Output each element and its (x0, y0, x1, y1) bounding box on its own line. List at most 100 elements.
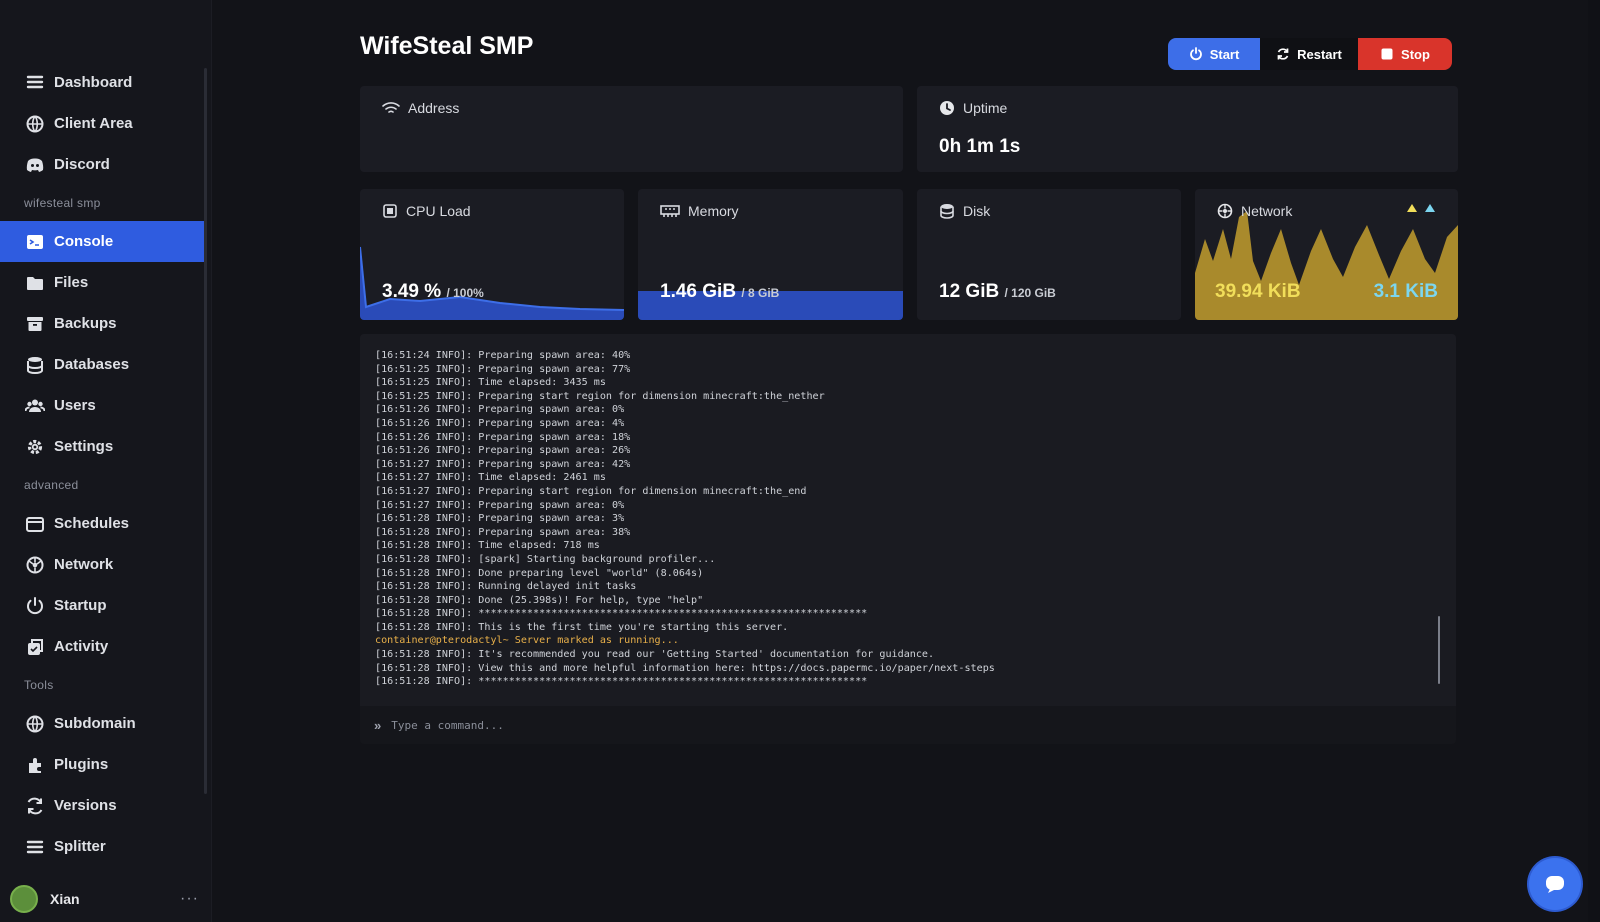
sidebar-item-label: Databases (54, 356, 130, 373)
network-icon (1217, 203, 1233, 219)
address-card: Address (360, 86, 903, 172)
download-icon (1425, 204, 1435, 212)
sidebar-item-label: Settings (54, 438, 114, 455)
console-line: [16:51:26 INFO]: Preparing spawn area: 1… (375, 431, 631, 443)
console-line: [16:51:28 INFO]: View this and more help… (375, 662, 995, 674)
console-line: [16:51:28 INFO]: ***********************… (375, 676, 868, 688)
more-options-icon[interactable]: ··· (180, 890, 205, 908)
gear-icon (24, 436, 46, 458)
sidebar-item-schedules[interactable]: Schedules (0, 503, 204, 544)
cpu-value: 3.49 % (382, 281, 442, 302)
uptime-label: Uptime (963, 100, 1008, 116)
sidebar-item-label: Startup (54, 597, 107, 614)
globe-icon (24, 713, 46, 735)
sidebar-item-discord[interactable]: Discord (0, 144, 204, 185)
dashboard-icon (24, 72, 46, 94)
console-line: [16:51:24 INFO]: Preparing spawn area: 4… (375, 350, 631, 361)
globe-icon (24, 113, 46, 135)
sidebar-item-startup[interactable]: Startup (0, 585, 204, 626)
sidebar-item-databases[interactable]: Databases (0, 344, 204, 385)
stop-button[interactable]: Stop (1358, 38, 1452, 70)
uptime-card: Uptime 0h 1m 1s (917, 86, 1458, 172)
sidebar-item-backups[interactable]: Backups (0, 303, 204, 344)
section-heading-tools: Tools (24, 678, 54, 692)
console-line: [16:51:28 INFO]: [spark] Starting backgr… (375, 553, 716, 565)
cpu-label: CPU Load (406, 203, 471, 219)
network-up-value: 39.94 KiB (1215, 281, 1301, 302)
users-icon (24, 395, 46, 417)
refresh-icon (24, 795, 46, 817)
sidebar-item-network[interactable]: Network (0, 544, 204, 585)
chat-icon (1546, 876, 1564, 893)
sidebar-nav: Dashboard Client Area Discord wifesteal smp… (0, 62, 204, 867)
sidebar-scrollbar[interactable] (204, 68, 207, 794)
console-lines: [16:51:24 INFO]: Preparing spawn area: 4… (375, 349, 1441, 689)
restart-icon (1277, 48, 1289, 60)
start-label: Start (1209, 46, 1240, 62)
sidebar-item-label: Plugins (54, 756, 109, 773)
console-line: [16:51:28 INFO]: Preparing spawn area: 3… (375, 513, 625, 525)
sidebar-item-subdomain[interactable]: Subdomain (0, 703, 204, 744)
sidebar-item-label: Activity (54, 638, 109, 655)
calendar-icon (24, 513, 46, 535)
sidebar-item-versions[interactable]: Versions (0, 785, 204, 826)
stop-label: Stop (1401, 46, 1430, 62)
console-line: [16:51:28 INFO]: Done (25.398s)! For hel… (375, 594, 704, 606)
folder-icon (24, 272, 46, 294)
sidebar-item-settings[interactable]: Settings (0, 426, 204, 467)
console-line: [16:51:27 INFO]: Preparing start region … (375, 485, 807, 497)
memory-label: Memory (688, 203, 739, 219)
database-icon (940, 204, 954, 219)
stop-icon (1381, 48, 1393, 60)
network-card: Network 39.94 KiB 3.1 KiB (1195, 189, 1458, 320)
page-scrollbar[interactable] (1588, 0, 1600, 922)
sidebar-item-splitter[interactable]: Splitter (0, 826, 204, 867)
user-menu[interactable]: Xian ··· (10, 884, 205, 914)
sidebar-item-label: Network (54, 556, 114, 573)
cpu-card: CPU Load 3.49 % / 100% (360, 189, 624, 320)
power-controls: Start Restart Stop (1168, 38, 1452, 70)
console-line: [16:51:28 INFO]: Time elapsed: 718 ms (375, 540, 600, 552)
upload-icon (1407, 204, 1417, 212)
sidebar-item-label: Console (54, 233, 114, 250)
sidebar-item-dashboard[interactable]: Dashboard (0, 62, 204, 103)
console-line: [16:51:28 INFO]: Running delayed init ta… (375, 581, 637, 593)
chat-button[interactable] (1529, 858, 1581, 910)
console-line: [16:51:25 INFO]: Preparing spawn area: 7… (375, 363, 631, 375)
chevron-right-icon: » (374, 717, 382, 733)
network-label: Network (1241, 203, 1293, 219)
power-icon (1189, 47, 1202, 61)
sidebar-item-console[interactable]: Console (0, 221, 204, 262)
sidebar-item-label: Users (54, 397, 96, 414)
split-icon (24, 836, 46, 858)
puzzle-icon (24, 754, 46, 776)
console-line: [16:51:28 INFO]: Preparing spawn area: 3… (375, 526, 631, 538)
sidebar-item-users[interactable]: Users (0, 385, 204, 426)
database-icon (24, 354, 46, 376)
power-icon (24, 595, 46, 617)
console-line: [16:51:28 INFO]: Done preparing level "w… (375, 567, 704, 579)
page-title: WifeSteal SMP (360, 32, 534, 60)
disk-value: 12 GiB (939, 281, 1000, 302)
restart-label: Restart (1297, 46, 1342, 62)
network-icon (24, 554, 46, 576)
section-heading-server: wifesteal smp (24, 196, 101, 210)
restart-button[interactable]: Restart (1260, 38, 1358, 70)
command-input[interactable] (391, 718, 1292, 732)
console-line: [16:51:26 INFO]: Preparing spawn area: 2… (375, 445, 631, 457)
sidebar-item-files[interactable]: Files (0, 262, 204, 303)
disk-card: Disk 12 GiB / 120 GiB (917, 189, 1181, 320)
sidebar-item-client-area[interactable]: Client Area (0, 103, 204, 144)
discord-icon (24, 154, 46, 176)
console-scrollbar[interactable] (1438, 616, 1440, 684)
cpu-icon (383, 204, 397, 218)
sidebar-item-activity[interactable]: Activity (0, 626, 204, 667)
disk-label: Disk (963, 203, 991, 219)
sidebar-item-label: Schedules (54, 515, 130, 532)
uptime-value: 0h 1m 1s (939, 136, 1021, 157)
console-output[interactable]: [16:51:24 INFO]: Preparing spawn area: 4… (360, 334, 1456, 706)
console-line: [16:51:28 INFO]: This is the first time … (375, 621, 789, 633)
start-button[interactable]: Start (1168, 38, 1260, 70)
sidebar-item-plugins[interactable]: Plugins (0, 744, 204, 785)
archive-icon (24, 313, 46, 335)
